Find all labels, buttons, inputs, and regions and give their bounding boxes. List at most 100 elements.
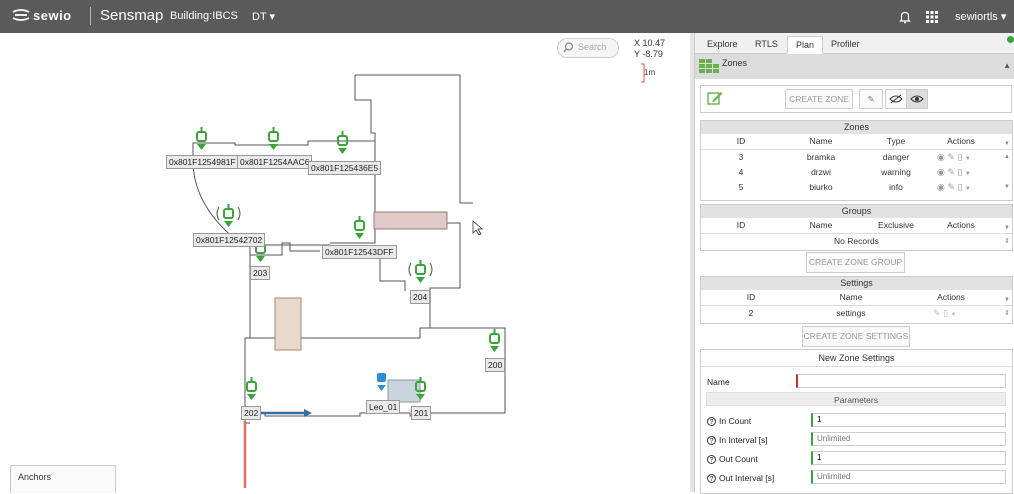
col-actions: Actions <box>937 292 965 302</box>
tab-plan[interactable]: Plan <box>787 36 824 54</box>
col-id[interactable]: ID <box>721 218 761 233</box>
scroll-down-icon[interactable]: ▼ <box>1004 180 1010 195</box>
anchor-label[interactable]: 0x801F125436E5 <box>308 161 382 175</box>
groups-table: Groups ID Name Exclusive Actions ▼ No Re… <box>700 204 1013 251</box>
anchor-label[interactable]: 203 <box>250 266 271 280</box>
user-name: sewiortls <box>955 11 998 23</box>
table-row[interactable]: 3 bramka danger ◉ ✎ ▯ ▼ ▲ <box>701 150 1012 165</box>
groups-table-title: Groups <box>701 205 1012 218</box>
create-zone-settings-button[interactable]: CREATE ZONE SETTINGS <box>802 326 910 347</box>
in-interval-input[interactable] <box>811 432 1006 446</box>
help-icon[interactable]: ? <box>707 417 716 426</box>
eye-icon[interactable]: ◉ <box>937 182 945 192</box>
eye-icon[interactable]: ◉ <box>937 152 945 162</box>
user-menu[interactable]: sewiortls ▾ <box>955 10 1006 23</box>
chevron-down-icon[interactable]: ▼ <box>965 186 971 192</box>
settings-table: Settings ID Name Actions ▼ 2 settings ✎ … <box>700 276 1013 324</box>
col-name[interactable]: Name <box>796 134 846 149</box>
col-exclusive[interactable]: Exclusive <box>866 218 926 233</box>
help-icon[interactable]: ? <box>707 474 716 483</box>
chevron-down-icon[interactable]: ▼ <box>1004 293 1010 303</box>
col-id[interactable]: ID <box>731 290 771 305</box>
anchors-panel[interactable]: Anchors <box>10 465 116 493</box>
tab-rtls[interactable]: RTLS <box>747 36 786 52</box>
tag-label[interactable]: Leo_01 <box>366 400 401 414</box>
col-name[interactable]: Name <box>826 290 876 305</box>
chevron-down-icon[interactable]: ▼ <box>1004 221 1010 231</box>
row-actions: ◉ ✎ ▯ ▼ <box>937 152 971 165</box>
bell-icon[interactable] <box>898 10 912 24</box>
apps-grid-icon[interactable] <box>926 11 938 23</box>
dt-menu[interactable]: DT ▾ <box>252 10 275 23</box>
col-type[interactable]: Type <box>871 134 921 149</box>
col-actions: Actions <box>947 136 975 146</box>
trash-icon[interactable]: ▯ <box>957 152 962 162</box>
scroll-up-icon[interactable]: ▲ <box>1004 150 1010 165</box>
eye-off-icon[interactable] <box>885 89 907 109</box>
pencil-icon[interactable]: ✎ <box>947 167 955 177</box>
zone-rect[interactable] <box>373 211 448 230</box>
anchor-label[interactable]: 202 <box>241 406 262 420</box>
create-zone-button[interactable]: CREATE ZONE <box>785 89 853 109</box>
zone-rect[interactable] <box>387 379 421 403</box>
floor-plan <box>192 74 506 488</box>
zone-type: danger <box>882 152 910 162</box>
dt-menu-label: DT <box>252 11 267 23</box>
trash-icon[interactable]: ▯ <box>943 308 948 318</box>
zones-table: Zones ID Name Type Actions ▼ 3 bramka da… <box>700 120 1013 201</box>
zones-header[interactable]: Zones ▲ <box>695 54 1014 79</box>
settings-table-header: ID Name Actions ▼ <box>701 290 1012 306</box>
tab-profiler[interactable]: Profiler <box>823 36 868 52</box>
out-count-label: ? Out Count <box>707 454 758 464</box>
out-interval-input[interactable] <box>811 470 1006 484</box>
sewio-logo[interactable]: sewio <box>12 8 72 23</box>
help-icon[interactable]: ? <box>707 455 716 464</box>
groups-table-header: ID Name Exclusive Actions ▼ <box>701 218 1012 234</box>
table-row[interactable]: 2 settings ✎ ▯ ▼ ⇕ <box>701 306 1012 321</box>
pencil-icon[interactable]: ✎ <box>947 182 955 192</box>
pencil-icon[interactable]: ✎ <box>859 89 883 109</box>
table-row[interactable]: 4 drzwi warning ◉ ✎ ▯ ▼ <box>701 165 1012 180</box>
trash-icon[interactable]: ▯ <box>957 182 962 192</box>
eye-icon[interactable]: ◉ <box>937 167 945 177</box>
zone-rect[interactable] <box>274 297 302 351</box>
in-count-input[interactable] <box>811 413 1006 427</box>
chevron-down-icon[interactable]: ▼ <box>965 171 971 177</box>
edit-note-icon[interactable] <box>707 90 723 106</box>
anchor-label[interactable]: 0x801F1254AAC6 <box>237 155 313 169</box>
scroll-icon[interactable]: ⇕ <box>1004 306 1010 321</box>
anchor-label[interactable]: 201 <box>411 406 432 420</box>
col-id[interactable]: ID <box>721 134 761 149</box>
create-zone-group-button[interactable]: CREATE ZONE GROUP <box>806 252 905 273</box>
zone-name: biurko <box>809 182 833 192</box>
collapse-up-icon[interactable]: ▲ <box>1003 61 1011 70</box>
anchor-label[interactable]: 0x801F1254981F <box>166 155 239 169</box>
map-search[interactable]: Search <box>557 38 619 58</box>
col-name[interactable]: Name <box>796 218 846 233</box>
parameters-header: Parameters <box>706 392 1006 406</box>
pencil-icon[interactable]: ✎ <box>947 152 955 162</box>
chevron-down-icon[interactable]: ▼ <box>1004 137 1010 147</box>
scroll-icon[interactable]: ⇕ <box>1004 234 1010 249</box>
out-count-label-text: Out Count <box>719 454 758 464</box>
map-canvas[interactable]: 0x801F1254981F 0x801F1254AAC6 0x801F1254… <box>0 33 690 493</box>
name-input[interactable] <box>796 374 1006 388</box>
sewio-logo-icon <box>12 9 30 21</box>
out-count-input[interactable] <box>811 451 1006 465</box>
anchor-label[interactable]: 0x801F12543DFF <box>322 245 397 259</box>
building-name: Building:IBCS <box>170 10 238 22</box>
chevron-down-icon[interactable]: ▼ <box>965 156 971 162</box>
anchor-label[interactable]: 0x801F12542702 <box>193 233 266 247</box>
trash-icon[interactable]: ▯ <box>957 167 962 177</box>
help-icon[interactable]: ? <box>707 436 716 445</box>
zone-name: drzwi <box>811 167 831 177</box>
tab-explore[interactable]: Explore <box>699 36 746 52</box>
anchor-label[interactable]: 200 <box>485 358 506 372</box>
pencil-icon[interactable]: ✎ <box>933 308 941 318</box>
top-bar: sewio Sensmap Building:IBCS DT ▾ sewiort… <box>0 0 1014 33</box>
row-actions: ◉ ✎ ▯ ▼ <box>937 182 971 195</box>
table-row[interactable]: 5 biurko info ◉ ✎ ▯ ▼ ▼ <box>701 180 1012 195</box>
eye-icon[interactable] <box>906 89 928 109</box>
anchor-label[interactable]: 204 <box>410 290 431 304</box>
chevron-down-icon[interactable]: ▼ <box>951 312 957 318</box>
